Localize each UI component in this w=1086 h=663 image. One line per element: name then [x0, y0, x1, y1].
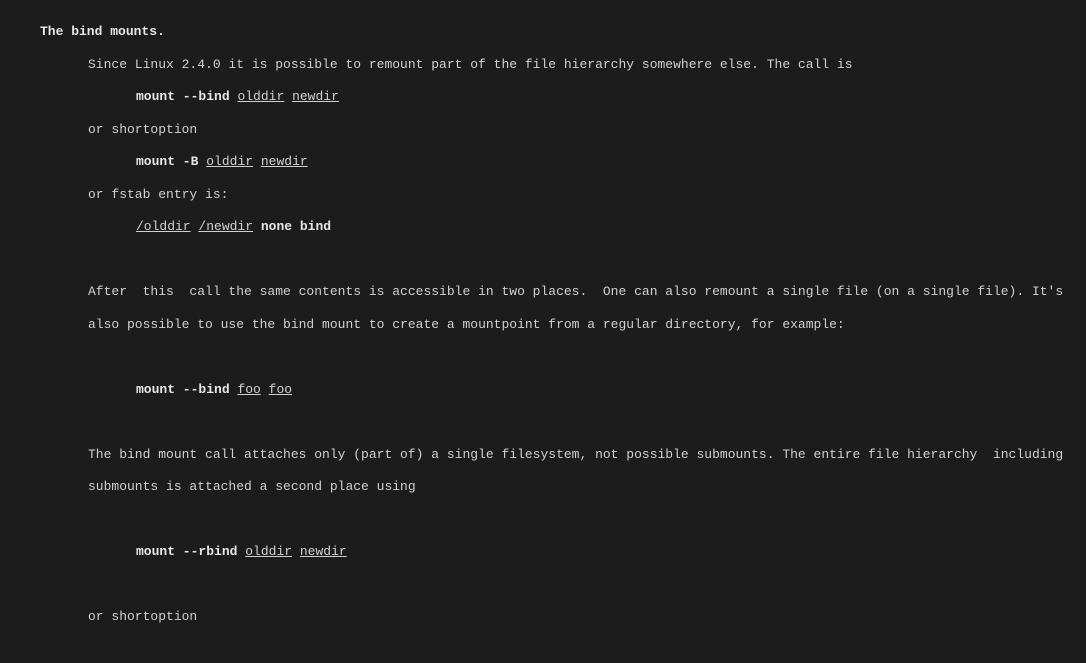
arg: newdir [300, 544, 347, 559]
manpage-view: The bind mounts. Since Linux 2.4.0 it is… [0, 0, 1086, 663]
section-title: The bind mounts. [40, 24, 165, 39]
arg: foo [269, 382, 292, 397]
arg: /newdir [198, 219, 253, 234]
cmd-rbind: mount --rbind olddir newdir [0, 544, 1086, 560]
cmd-text: none bind [261, 219, 331, 234]
arg: newdir [261, 154, 308, 169]
arg: olddir [245, 544, 292, 559]
cmd-text: mount --bind [136, 382, 230, 397]
cmd-text: mount --rbind [136, 544, 237, 559]
arg: /olddir [136, 219, 191, 234]
para: submounts is attached a second place usi… [0, 479, 1086, 495]
arg: olddir [206, 154, 253, 169]
arg: foo [237, 382, 260, 397]
cmd-bind-foo: mount --bind foo foo [0, 382, 1086, 398]
para: The bind mount call attaches only (part … [0, 447, 1086, 463]
para: or fstab entry is: [0, 187, 1086, 203]
para: or shortoption [0, 609, 1086, 625]
arg: olddir [237, 89, 284, 104]
cmd-text: mount --bind [136, 89, 230, 104]
cmd-bind-short: mount -B olddir newdir [0, 154, 1086, 170]
para: also possible to use the bind mount to c… [0, 317, 1086, 333]
arg: newdir [292, 89, 339, 104]
cmd-bind: mount --bind olddir newdir [0, 89, 1086, 105]
fstab-entry: /olddir /newdir none bind [0, 219, 1086, 235]
para: or shortoption [0, 122, 1086, 138]
cmd-text: mount -B [136, 154, 198, 169]
para: Since Linux 2.4.0 it is possible to remo… [0, 57, 1086, 73]
para: After this call the same contents is acc… [0, 284, 1086, 300]
